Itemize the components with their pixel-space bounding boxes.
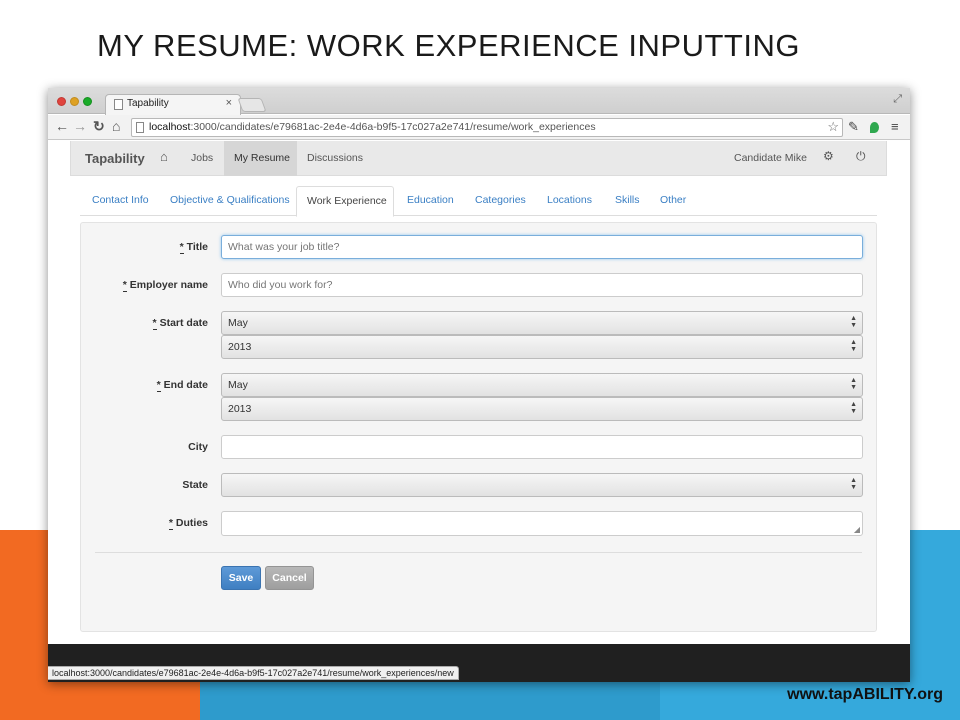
tab-other[interactable]: Other — [660, 194, 686, 206]
tab-work-experience[interactable]: Work Experience — [296, 186, 394, 217]
select-arrows-icon: ▲ ▼ — [850, 339, 857, 353]
end-month-value: May — [228, 379, 248, 391]
end-year-select[interactable]: 2013 ▲ ▼ — [221, 397, 863, 421]
page-icon — [114, 99, 123, 110]
tab-contact-info[interactable]: Contact Info — [92, 194, 149, 206]
footer-url: www.tapABILITY.org — [787, 686, 943, 703]
new-tab-button[interactable] — [237, 98, 267, 112]
tab-locations[interactable]: Locations — [547, 194, 592, 206]
employer-label: * Employer name — [122, 279, 208, 292]
status-url-bubble: localhost:3000/candidates/e79681ac-2e4e-… — [48, 666, 459, 680]
reload-icon[interactable]: ↻ — [93, 118, 105, 135]
start-month-value: May — [228, 317, 248, 329]
tab-education[interactable]: Education — [407, 194, 454, 206]
address-url[interactable]: localhost:3000/candidates/e79681ac-2e4e-… — [149, 121, 596, 133]
title-input[interactable] — [221, 235, 863, 259]
web-page: Tapability ⌂ Jobs My Resume Discussions … — [48, 141, 910, 644]
city-label: City — [188, 441, 208, 453]
browser-window: Tapability × ⤢ ← → ↻ ⌂ localhost:3000/ca… — [48, 88, 910, 682]
address-bar[interactable]: localhost:3000/candidates/e79681ac-2e4e-… — [131, 118, 843, 137]
cancel-button[interactable]: Cancel — [265, 566, 314, 590]
tab-categories[interactable]: Categories — [475, 194, 526, 206]
menu-icon[interactable]: ≡ — [891, 119, 899, 134]
url-host: localhost — [149, 121, 191, 133]
start-year-value: 2013 — [228, 341, 252, 353]
resize-grip-icon[interactable]: ◢ — [854, 525, 860, 534]
start-date-label: * Start date — [152, 317, 208, 330]
nav-link-my-resume[interactable]: My Resume — [234, 152, 290, 164]
title-label: * Title — [179, 241, 208, 254]
select-arrows-icon: ▲ ▼ — [850, 401, 857, 415]
user-name[interactable]: Candidate Mike — [734, 152, 807, 164]
required-marker: * — [122, 279, 127, 292]
nav-link-jobs[interactable]: Jobs — [191, 152, 213, 164]
maximize-window-icon[interactable] — [83, 97, 92, 106]
state-label: State — [182, 479, 208, 491]
tab-skills[interactable]: Skills — [615, 194, 640, 206]
browser-tab-title: Tapability — [127, 98, 169, 109]
tab-objective-qualifications[interactable]: Objective & Qualifications — [170, 194, 290, 206]
app-navbar: Tapability ⌂ Jobs My Resume Discussions … — [70, 141, 887, 176]
start-month-select[interactable]: May ▲ ▼ — [221, 311, 863, 335]
address-toolbar: ← → ↻ ⌂ localhost:3000/candidates/e79681… — [48, 115, 910, 140]
slide-title: MY RESUME: WORK EXPERIENCE INPUTTING — [97, 28, 800, 63]
home-icon[interactable]: ⌂ — [160, 149, 168, 164]
gear-icon[interactable]: ⚙ — [823, 149, 834, 163]
employer-input[interactable] — [221, 273, 863, 297]
start-year-select[interactable]: 2013 ▲ ▼ — [221, 335, 863, 359]
power-icon[interactable]: ⏻ — [856, 149, 866, 164]
select-arrows-icon: ▲ ▼ — [850, 315, 857, 329]
back-icon[interactable]: ← — [55, 118, 69, 134]
form-divider — [95, 552, 862, 553]
nav-item-my-resume[interactable]: My Resume — [224, 141, 297, 176]
select-arrows-icon: ▲ ▼ — [850, 377, 857, 391]
end-date-label: * End date — [156, 379, 208, 392]
home-browser-icon[interactable]: ⌂ — [112, 118, 120, 134]
select-arrows-icon: ▲ ▼ — [850, 477, 857, 491]
browser-tab[interactable]: Tapability × — [105, 94, 241, 115]
save-button[interactable]: Save — [221, 566, 261, 590]
nav-link-discussions[interactable]: Discussions — [307, 152, 363, 164]
duties-label: * Duties — [168, 517, 208, 530]
state-select[interactable]: ▲ ▼ — [221, 473, 863, 497]
required-marker: * — [168, 517, 173, 530]
tab-work-experience-label: Work Experience — [307, 195, 387, 207]
fullscreen-icon[interactable]: ⤢ — [893, 93, 902, 106]
browser-tab-bar: Tapability × ⤢ — [48, 88, 910, 115]
minimize-window-icon[interactable] — [70, 97, 79, 106]
end-year-value: 2013 — [228, 403, 252, 415]
bookmark-star-icon[interactable]: ☆ — [827, 119, 839, 135]
app-brand[interactable]: Tapability — [85, 151, 145, 166]
close-window-icon[interactable] — [57, 97, 66, 106]
url-path: :3000/candidates/e79681ac-2e4e-4d6a-b9f5… — [190, 121, 596, 133]
required-marker: * — [179, 241, 184, 254]
duties-textarea[interactable]: ◢ — [221, 511, 863, 536]
resume-section-tabs: Contact Info Objective & Qualifications … — [80, 186, 877, 217]
page-icon — [136, 122, 144, 133]
forward-icon[interactable]: → — [73, 118, 87, 134]
tab-close-icon[interactable]: × — [226, 97, 232, 109]
wrench-icon[interactable]: ✎ — [848, 119, 859, 135]
required-marker: * — [156, 379, 161, 392]
extension-leaf-icon[interactable] — [870, 122, 879, 133]
work-experience-form: * Title * Employer name * Start date May… — [80, 222, 877, 632]
required-marker: * — [152, 317, 157, 330]
end-month-select[interactable]: May ▲ ▼ — [221, 373, 863, 397]
city-input[interactable] — [221, 435, 863, 459]
